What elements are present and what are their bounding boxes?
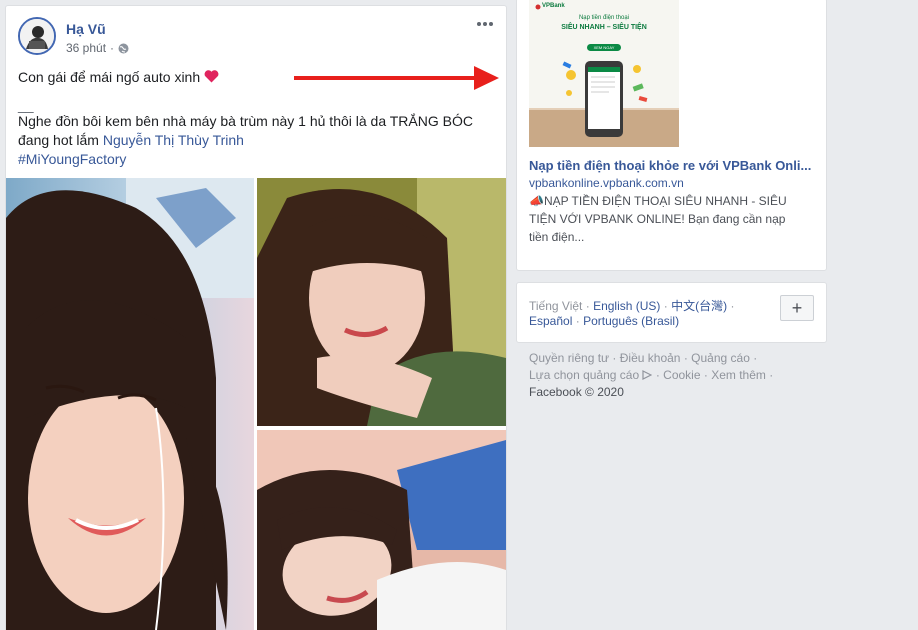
language-current: Tiếng Việt (529, 299, 583, 313)
language-selector-card: Tiếng Việt · English (US) · 中文(台灣) · Esp… (516, 282, 827, 343)
ad-desc-text-1: NẠP TIỀN ĐIỆN THOẠI SIÊU NHANH - SIÊU (543, 194, 787, 208)
sponsored-ad-card[interactable]: VPBank Nạp tiền điện thoại SIÊU NHANH – … (516, 0, 827, 271)
footer-separator: · (703, 368, 708, 382)
cookie-link[interactable]: Cookie (663, 368, 700, 382)
footer-separator: · (683, 351, 688, 365)
ad-desc-line-3: tiền điện... (529, 230, 585, 244)
author-avatar[interactable] (18, 17, 56, 55)
privacy-link[interactable]: Quyền riêng tư (529, 351, 609, 365)
post-text-line-1: Con gái để mái ngố auto xinh (18, 68, 219, 87)
terms-link[interactable]: Điều khoản (620, 351, 681, 365)
ad-image[interactable]: VPBank Nạp tiền điện thoại SIÊU NHANH – … (529, 0, 679, 147)
globe-icon[interactable] (118, 43, 129, 54)
post-photo-1[interactable] (6, 178, 254, 630)
language-spanish-link[interactable]: Español (529, 314, 572, 328)
hashtag-link[interactable]: #MiYoungFactory (18, 150, 126, 169)
language-portuguese-link[interactable]: Português (Brasil) (583, 314, 679, 328)
lang-separator: · (663, 299, 668, 313)
language-line-2: Español · Português (Brasil) (529, 314, 679, 328)
footer-separator: · (612, 351, 617, 365)
post-photo-3[interactable] (257, 430, 506, 630)
post-text-line-3: đang hot lắm Nguyễn Thị Thùy Trinh (18, 131, 244, 150)
advertising-link[interactable]: Quảng cáo (691, 351, 750, 365)
language-english-link[interactable]: English (US) (593, 299, 660, 313)
footer-line-2: Lựa chọn quảng cáo · Cookie · Xem thêm · (529, 368, 773, 382)
post-text-main: Con gái để mái ngố auto xinh (18, 69, 201, 85)
post-text-line-3-prefix: đang hot lắm (18, 132, 103, 148)
footer-separator: · (753, 351, 758, 365)
post-meta: 36 phút · (66, 41, 129, 55)
author-name[interactable]: Hạ Vũ (66, 21, 106, 37)
language-line-1: Tiếng Việt · English (US) · 中文(台灣) · (529, 297, 734, 314)
footer-separator: · (655, 368, 660, 382)
add-language-button[interactable]: + (780, 295, 814, 321)
lang-separator: · (575, 314, 580, 328)
post-photo-2[interactable] (257, 178, 506, 426)
red-arrow-annotation (294, 66, 499, 90)
ad-description: 📣NẠP TIỀN ĐIỆN THOẠI SIÊU NHANH - SIÊU T… (529, 192, 821, 246)
lang-separator: · (730, 299, 735, 313)
post-text-line-2: Nghe đồn bôi kem bên nhà máy bà trùm này… (18, 113, 473, 129)
ad-domain[interactable]: vpbankonline.vpbank.com.vn (529, 176, 684, 190)
ad-choices-icon (642, 368, 653, 382)
meta-separator: · (110, 41, 115, 55)
heart-emoji-icon (204, 69, 219, 86)
ad-choices-link[interactable]: Lựa chọn quảng cáo (529, 368, 639, 382)
lang-separator: · (585, 299, 590, 313)
copyright-text: Facebook © 2020 (529, 385, 624, 399)
footer-line-1: Quyền riêng tư · Điều khoản · Quảng cáo … (529, 351, 757, 365)
ad-title-link[interactable]: Nạp tiền điện thoại khỏe re với VPBank O… (529, 158, 819, 173)
post-time[interactable]: 36 phút (66, 41, 106, 55)
news-feed-post: Hạ Vũ 36 phút · Con gái để mái ngố auto … (5, 5, 507, 630)
ad-desc-line-1: 📣NẠP TIỀN ĐIỆN THOẠI SIÊU NHANH - SIÊU (529, 192, 821, 210)
phone-illustration-icon (562, 61, 648, 137)
footer-separator: · (769, 368, 774, 382)
language-chinese-link[interactable]: 中文(台灣) (671, 299, 727, 313)
see-more-link[interactable]: Xem thêm (711, 368, 766, 382)
megaphone-icon: 📣 (529, 194, 544, 208)
mention-link[interactable]: Nguyễn Thị Thùy Trinh (103, 132, 244, 148)
ad-desc-line-2: TIỆN VỚI VPBANK ONLINE! Bạn đang cần nạp (529, 212, 786, 226)
more-options-icon[interactable] (474, 16, 496, 32)
